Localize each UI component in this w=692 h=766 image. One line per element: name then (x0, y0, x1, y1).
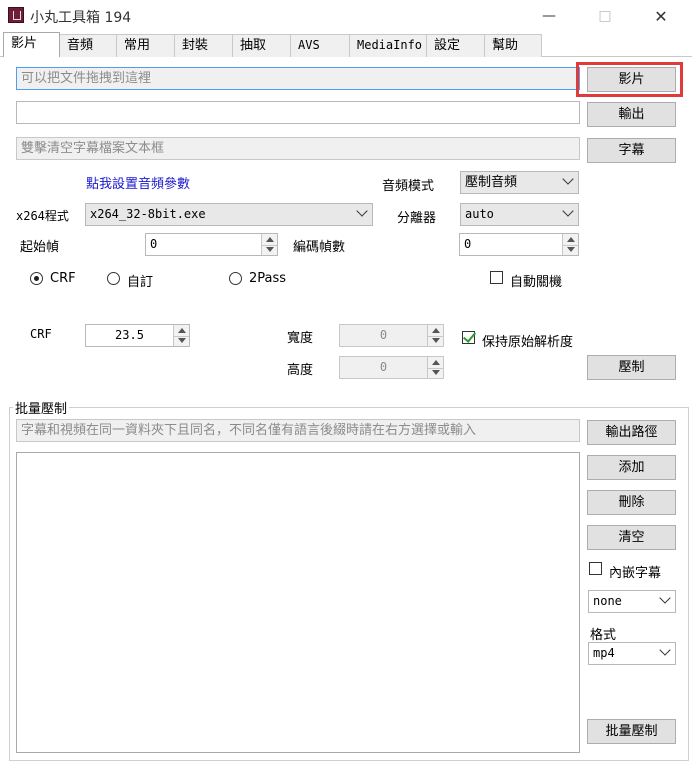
x264-program-value: x264_32-8bit.exe (90, 207, 206, 221)
audio-settings-link[interactable]: 點我設置音頻參數 (86, 173, 190, 192)
maximize-button[interactable]: □ (582, 0, 628, 32)
2pass-radio-label: 2Pass (249, 271, 287, 286)
batch-group-title: 批量壓制 (13, 398, 70, 417)
video-select-button[interactable]: 影片 (587, 67, 676, 92)
encode-button[interactable]: 壓制 (587, 355, 676, 380)
batch-file-list[interactable] (16, 452, 580, 753)
2pass-radio[interactable] (229, 272, 242, 285)
height-value: 0 (379, 360, 388, 374)
keep-resolution-checkbox[interactable] (462, 331, 475, 344)
audio-mode-label: 音頻模式 (382, 179, 435, 194)
format-select[interactable]: mp4 (588, 642, 676, 665)
custom-radio-label: 自訂 (127, 275, 154, 290)
batch-clear-button[interactable]: 清空 (587, 525, 676, 550)
format-label: 格式 (590, 628, 617, 643)
custom-radio[interactable] (107, 272, 120, 285)
crf-value: 23.5 (115, 328, 144, 342)
start-frame-stepper[interactable]: 0 (145, 233, 278, 256)
video-input-field[interactable]: 可以把文件拖拽到這裡 (16, 67, 580, 90)
start-frame-label: 起始幀 (20, 240, 60, 255)
batch-hint-field[interactable]: 字幕和視頻在同一資料夾下且同名，不同名僅有語言後綴時請在右方選擇或輸入 (16, 419, 580, 442)
auto-shutdown-checkbox[interactable] (490, 271, 503, 284)
tab-mux[interactable]: 封裝 (174, 34, 233, 57)
spinner-icon[interactable] (261, 234, 277, 255)
window-title: 小丸工具箱 194 (30, 10, 132, 26)
chevron-down-icon (659, 644, 671, 656)
output-button[interactable]: 輸出 (587, 102, 676, 127)
demuxer-select[interactable]: auto (460, 203, 579, 226)
tab-audio[interactable]: 音頻 (59, 34, 117, 57)
tab-avs[interactable]: AVS (290, 34, 350, 57)
subtitle-suffix-select[interactable]: none (588, 590, 676, 613)
batch-delete-button[interactable]: 刪除 (587, 490, 676, 515)
close-button[interactable]: ✕ (638, 0, 684, 32)
height-label: 高度 (287, 363, 314, 378)
encode-frames-value: 0 (464, 237, 472, 251)
output-path-field[interactable] (16, 101, 580, 124)
format-value: mp4 (593, 646, 615, 660)
x264-program-select[interactable]: x264_32-8bit.exe (85, 203, 373, 226)
chevron-down-icon (562, 173, 574, 185)
audio-mode-select[interactable]: 壓制音頻 (460, 171, 579, 194)
subtitle-suffix-value: none (593, 594, 622, 608)
subtitle-button[interactable]: 字幕 (587, 138, 676, 163)
demuxer-label: 分離器 (397, 211, 437, 226)
chevron-down-icon (562, 205, 574, 217)
subtitle-input-field[interactable]: 雙擊清空字幕檔案文本框 (16, 137, 580, 160)
x264-program-label: x264程式 (16, 209, 69, 223)
width-label: 寬度 (287, 331, 314, 346)
tab-extract[interactable]: 抽取 (232, 34, 291, 57)
crf-stepper[interactable]: 23.5 (85, 324, 190, 347)
encode-frames-label: 編碼幀數 (293, 240, 346, 255)
spinner-icon[interactable] (427, 357, 443, 378)
chevron-down-icon (356, 205, 368, 217)
minimize-button[interactable]: — (526, 0, 572, 32)
batch-encode-button[interactable]: 批量壓制 (587, 719, 676, 744)
crf-radio[interactable] (30, 272, 43, 285)
audio-mode-value: 壓制音頻 (465, 175, 518, 190)
spinner-icon[interactable] (562, 234, 578, 255)
demuxer-value: auto (465, 207, 494, 221)
batch-add-button[interactable]: 添加 (587, 455, 676, 480)
keep-resolution-label: 保持原始解析度 (482, 335, 574, 350)
spinner-icon[interactable] (173, 325, 189, 346)
app-icon (8, 7, 24, 23)
start-frame-value: 0 (150, 237, 158, 251)
spinner-icon[interactable] (427, 325, 443, 346)
encode-frames-stepper[interactable]: 0 (459, 233, 579, 256)
width-stepper[interactable]: 0 (339, 324, 444, 347)
embed-subtitle-label: 內嵌字幕 (609, 566, 662, 581)
crf-label: CRF (30, 327, 52, 341)
embed-subtitle-checkbox[interactable] (589, 562, 602, 575)
width-value: 0 (379, 328, 388, 342)
crf-radio-label: CRF (50, 271, 76, 286)
tab-settings[interactable]: 設定 (426, 34, 485, 57)
tab-mediainfo[interactable]: MediaInfo (349, 34, 427, 57)
title-bar: 小丸工具箱 194 — □ ✕ (0, 0, 692, 32)
tab-help[interactable]: 幫助 (484, 34, 542, 57)
chevron-down-icon (659, 592, 671, 604)
tab-common[interactable]: 常用 (116, 34, 175, 57)
batch-output-path-button[interactable]: 輸出路徑 (587, 420, 676, 445)
tab-video[interactable]: 影片 (3, 32, 60, 57)
auto-shutdown-label: 自動關機 (510, 275, 563, 290)
height-stepper[interactable]: 0 (339, 356, 444, 379)
